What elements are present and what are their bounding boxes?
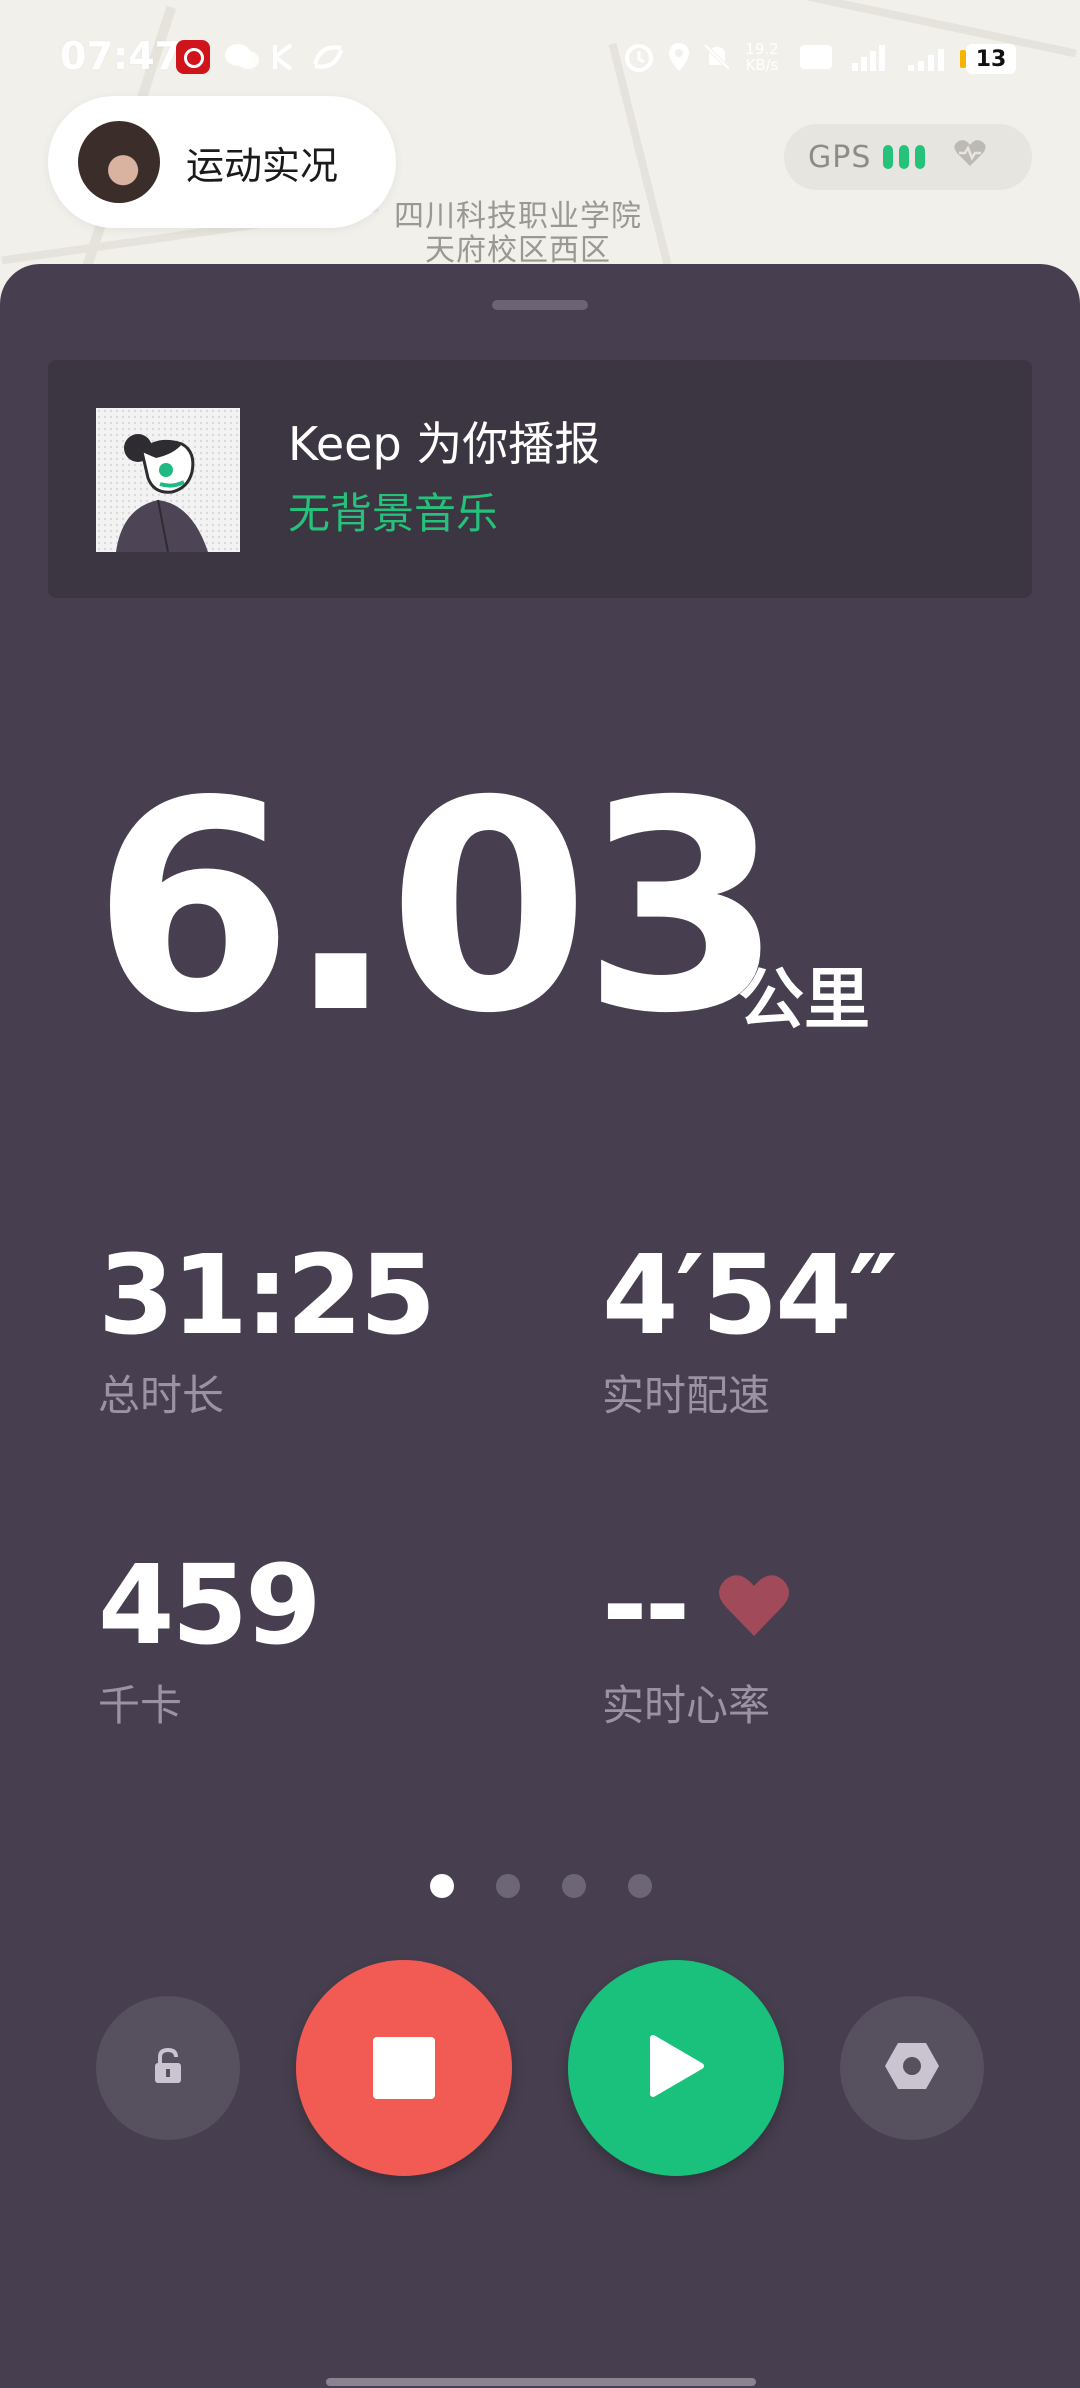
gps-bar	[883, 145, 894, 169]
keep-icon	[268, 40, 298, 74]
calories-value: 459	[98, 1541, 322, 1669]
stat-duration: 31:25 总时长	[98, 1231, 436, 1423]
heart-icon	[717, 1572, 791, 1638]
heart-rate-value: --	[602, 1541, 690, 1669]
lock-button[interactable]	[96, 1996, 240, 2140]
stat-heart-rate: -- 实时心率	[602, 1550, 791, 1733]
page-dot[interactable]	[430, 1874, 454, 1898]
gps-signal-bars	[883, 145, 926, 169]
signal-bars-icon	[904, 40, 956, 74]
network-speed-text: 19.2 KB/s	[745, 40, 779, 74]
gps-label: GPS	[808, 139, 872, 175]
calories-label: 千卡	[98, 1681, 183, 1730]
workout-panel: Keep 为你播报 无背景音乐 6.03 公里 31:25 总时长 4′54″ …	[0, 264, 1080, 2388]
background-music-status[interactable]: 无背景音乐	[288, 480, 498, 541]
netease-music-icon	[176, 40, 210, 74]
settings-icon	[884, 2041, 940, 2095]
battery-indicator: 13	[960, 44, 1016, 74]
stop-icon	[373, 2037, 435, 2099]
distance-value: 6.03	[92, 740, 784, 1077]
signal-5g-icon	[850, 40, 894, 74]
page-indicator[interactable]	[430, 1874, 652, 1898]
network-speed: 19.2 KB/s	[742, 40, 782, 74]
map-label-line1: 四川科技职业学院	[394, 199, 642, 234]
page-dot[interactable]	[496, 1874, 520, 1898]
page-dot[interactable]	[562, 1874, 586, 1898]
sync-icon	[308, 40, 348, 74]
gps-bar	[899, 145, 910, 169]
stop-button[interactable]	[296, 1960, 512, 2176]
location-icon	[664, 40, 694, 74]
live-label: 运动实况	[186, 143, 339, 188]
pace-label: 实时配速	[602, 1371, 771, 1420]
home-indicator[interactable]	[326, 2378, 756, 2386]
play-icon	[645, 2032, 707, 2104]
avatar[interactable]	[78, 121, 160, 203]
pace-value: 4′54″	[602, 1231, 898, 1359]
keep-coach-thumbnail	[96, 408, 240, 552]
settings-button[interactable]	[840, 1996, 984, 2140]
distance-unit: 公里	[738, 961, 870, 1038]
drag-handle[interactable]	[492, 300, 588, 310]
audio-broadcast-card[interactable]: Keep 为你播报 无背景音乐	[48, 360, 1032, 598]
stat-pace: 4′54″ 实时配速	[602, 1231, 898, 1423]
broadcast-title: Keep 为你播报	[288, 417, 601, 471]
stat-calories: 459 千卡	[98, 1541, 322, 1733]
live-status-pill[interactable]: 运动实况	[48, 96, 396, 228]
gps-status-pill[interactable]: GPS	[784, 124, 1032, 190]
heart-monitor-icon	[953, 138, 987, 176]
map-label-line2: 天府校区西区	[425, 233, 611, 268]
status-time: 07:47	[60, 34, 181, 78]
wechat-icon	[222, 40, 262, 74]
lock-icon	[151, 2047, 185, 2089]
gps-bar	[915, 145, 926, 169]
resume-button[interactable]	[568, 1960, 784, 2176]
alarm-icon	[622, 40, 656, 74]
duration-label: 总时长	[98, 1371, 225, 1420]
mute-icon	[700, 40, 734, 74]
map-place-label: 四川科技职业学院 天府校区西区	[378, 200, 658, 268]
page-dot[interactable]	[628, 1874, 652, 1898]
hd-icon	[798, 40, 834, 74]
heart-rate-label: 实时心率	[602, 1681, 771, 1730]
duration-value: 31:25	[98, 1231, 436, 1359]
